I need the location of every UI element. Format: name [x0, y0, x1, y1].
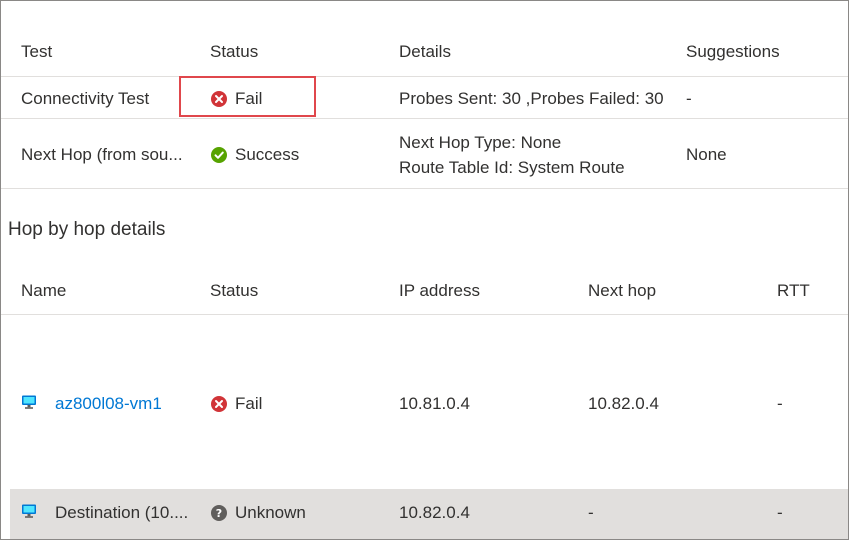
row-divider	[1, 188, 848, 189]
hop-name: Destination (10....	[55, 503, 189, 522]
success-icon	[211, 147, 227, 163]
test-name: Next Hop (from sou...	[21, 145, 183, 164]
column-header-name: Name	[21, 281, 67, 300]
fail-icon	[211, 396, 227, 412]
details-line-next-hop-type: Next Hop Type: None	[399, 133, 562, 152]
rtt-text: -	[777, 394, 783, 413]
test-name: Connectivity Test	[21, 89, 150, 108]
status-text: Success	[235, 145, 300, 164]
status-text: Fail	[235, 394, 263, 413]
suggestions-text: -	[686, 89, 692, 108]
virtual-machine-icon	[21, 394, 37, 410]
details-text: Probes Sent: 30 ,Probes Failed: 30	[399, 89, 664, 108]
details-line-route-table: Route Table Id: System Route	[399, 158, 625, 177]
suggestions-text: None	[686, 145, 727, 164]
fail-icon	[211, 91, 227, 107]
rtt-text: -	[777, 503, 783, 522]
column-header-status: Status	[210, 281, 259, 300]
results-panel: Test Status Details Suggestions Connecti…	[0, 0, 849, 540]
ip-address-text: 10.82.0.4	[399, 503, 470, 522]
ip-address-text: 10.81.0.4	[399, 394, 470, 413]
next-hop-text: 10.82.0.4	[588, 394, 659, 413]
virtual-machine-icon	[21, 503, 37, 519]
row-divider	[1, 118, 848, 119]
column-header-ip-address: IP address	[399, 281, 480, 300]
status-text: Unknown	[235, 503, 306, 522]
header-divider	[1, 76, 848, 77]
column-header-test: Test	[21, 42, 53, 61]
svg-text:?: ?	[216, 507, 222, 520]
column-header-next-hop: Next hop	[588, 281, 657, 300]
next-hop-text: -	[588, 503, 594, 522]
status-text: Fail	[235, 89, 263, 108]
section-title-hop-by-hop: Hop by hop details	[8, 219, 166, 240]
unknown-icon: ?	[211, 505, 227, 521]
hop-name-link[interactable]: az800l08-vm1	[55, 394, 162, 414]
column-header-status: Status	[210, 42, 259, 61]
header-divider	[1, 314, 848, 315]
column-header-suggestions: Suggestions	[686, 42, 780, 61]
column-header-details: Details	[399, 42, 451, 61]
column-header-rtt: RTT	[777, 281, 810, 300]
